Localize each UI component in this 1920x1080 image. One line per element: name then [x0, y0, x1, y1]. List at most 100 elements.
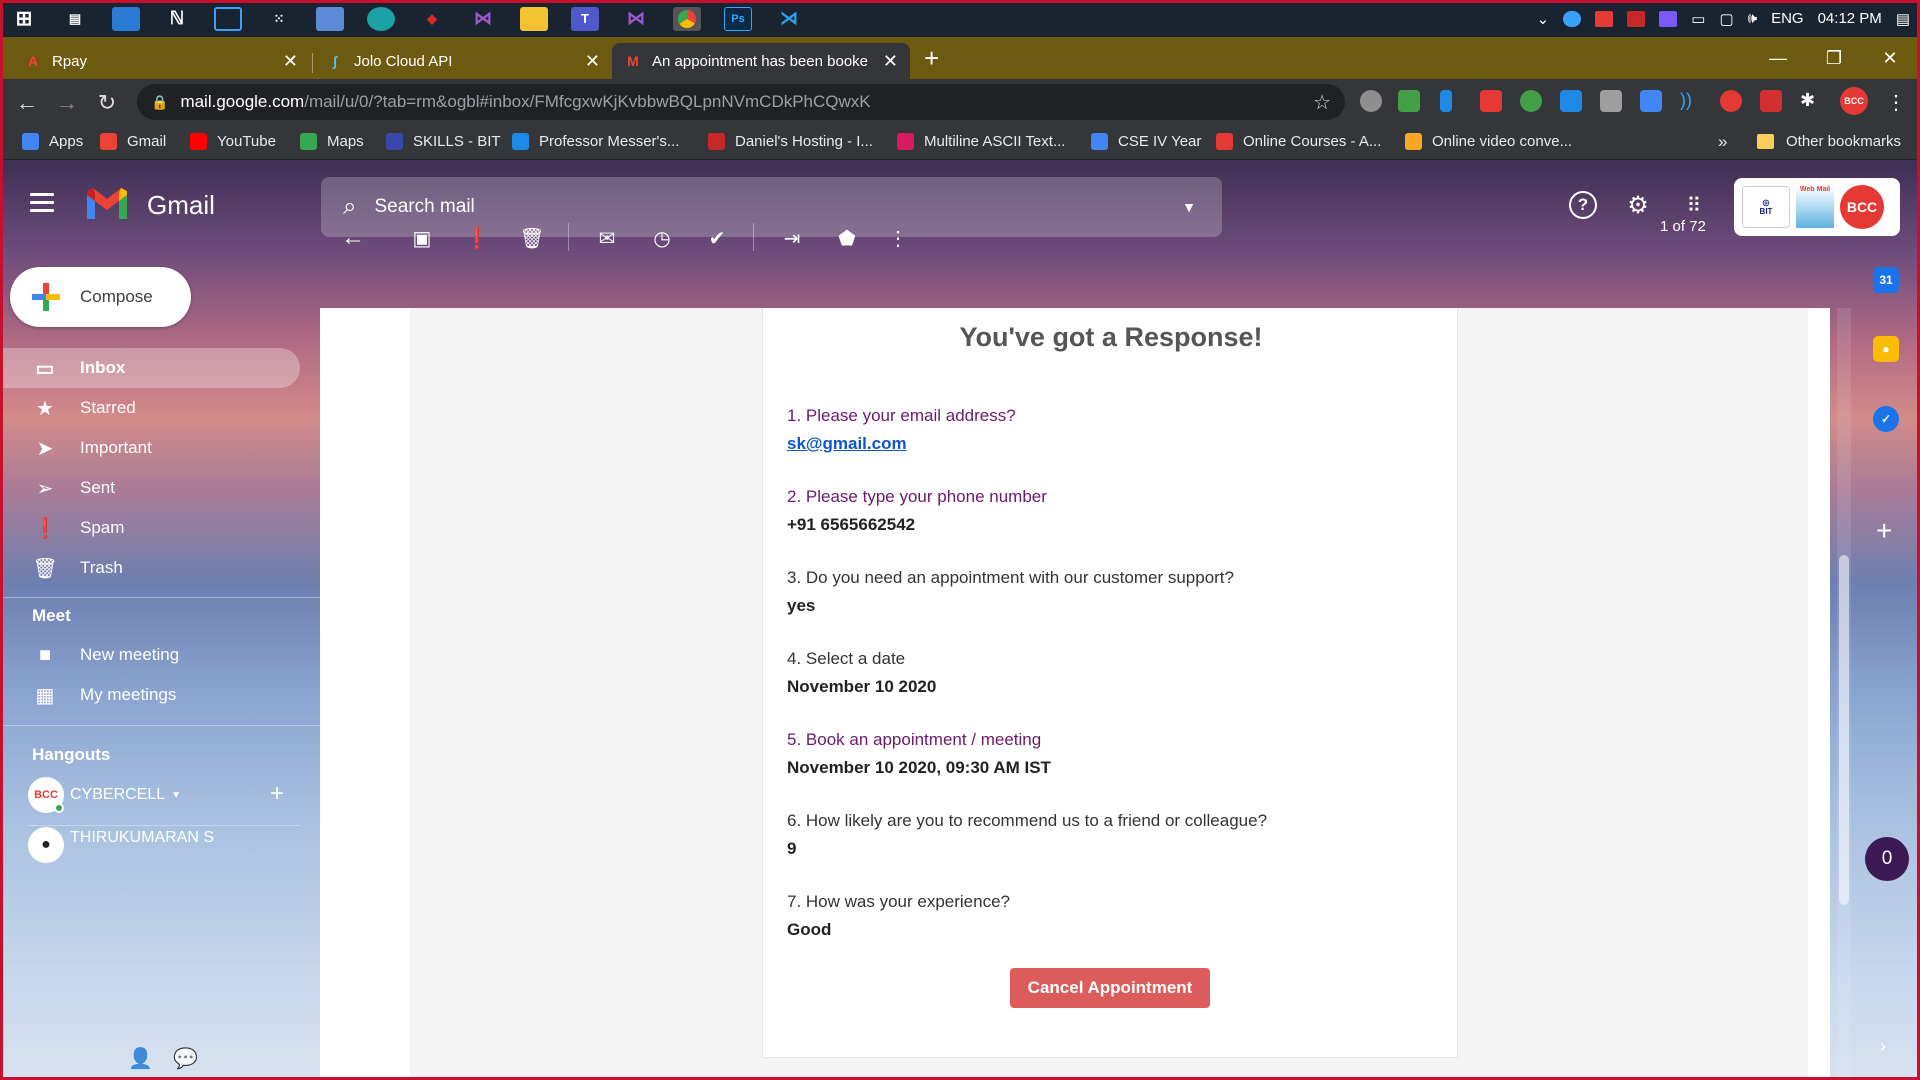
expand-side-panel-icon[interactable]: › [1880, 1036, 1886, 1057]
dropdown-arrow-icon[interactable]: ▼ [171, 790, 181, 801]
task-view-icon[interactable]: ▤ [61, 7, 89, 31]
bookmark-item[interactable]: Gmail [100, 133, 166, 150]
newer-icon[interactable]: ‹ [1740, 212, 1747, 238]
extension-icon[interactable] [1398, 90, 1420, 112]
older-icon[interactable]: › [1790, 212, 1797, 238]
bookmark-item[interactable]: Online Courses - A... [1216, 133, 1381, 150]
nav-inbox[interactable]: ▭ Inbox [0, 348, 300, 388]
scrollbar-thumb[interactable] [1839, 555, 1849, 905]
puzzle-extensions-icon[interactable]: ✱ [1800, 90, 1822, 112]
battery-icon[interactable]: ▭ [1691, 10, 1705, 28]
report-spam-icon[interactable]: ❗ [464, 225, 490, 251]
profile-avatar[interactable]: BCC [1840, 87, 1868, 115]
extension-icon[interactable] [1560, 90, 1582, 112]
apps-grid-icon[interactable]: ⠿ [1680, 191, 1708, 219]
settings-gear-icon[interactable]: ⚙ [1624, 191, 1652, 219]
bookmark-item[interactable]: YouTube [190, 133, 276, 150]
close-tab-icon[interactable]: ✕ [283, 51, 298, 72]
bookmark-item[interactable]: CSE IV Year [1091, 133, 1201, 150]
menu-kebab-icon[interactable]: ⋮ [1886, 90, 1908, 114]
tab-rpay[interactable]: A Rpay ✕ [12, 43, 310, 79]
file-explorer-icon[interactable] [520, 6, 548, 31]
get-addons-icon[interactable]: + [1876, 515, 1892, 547]
app-icon[interactable] [214, 6, 242, 31]
chevron-up-icon[interactable]: ⌄ [1537, 10, 1550, 28]
nav-important[interactable]: ➤ Important [0, 428, 300, 468]
close-window-icon[interactable]: ✕ [1862, 37, 1918, 79]
move-to-icon[interactable]: ⇥ [779, 225, 805, 251]
network-icon[interactable]: ▢ [1719, 10, 1733, 28]
label-icon[interactable]: ⬟ [834, 225, 860, 251]
photos-icon[interactable] [316, 6, 344, 31]
compose-button[interactable]: Compose [10, 267, 191, 327]
hangouts-contact[interactable]: ● THIRUKUMARAN S [28, 827, 214, 863]
snooze-icon[interactable]: ◷ [649, 225, 675, 251]
bookmark-item[interactable]: Online video conve... [1405, 133, 1572, 150]
search-input[interactable]: ⌕ Search mail ▼ [321, 177, 1222, 237]
app-tray-icon[interactable] [1595, 10, 1614, 27]
search-icon[interactable]: ⌕ [343, 193, 356, 221]
new-tab-icon[interactable]: + [924, 43, 939, 74]
main-menu-icon[interactable] [30, 193, 54, 217]
visual-studio-icon[interactable]: ⋈ [469, 7, 497, 31]
nav-sent[interactable]: ➢ Sent [0, 468, 300, 508]
drive-icon[interactable] [1600, 90, 1622, 112]
tab-jolo-cloud-api[interactable]: ʃ Jolo Cloud API ✕ [314, 43, 612, 79]
mark-unread-icon[interactable]: ✉ [594, 225, 620, 251]
translate-icon[interactable] [1640, 90, 1662, 112]
minimize-icon[interactable]: — [1750, 37, 1806, 79]
chrome-icon[interactable] [673, 6, 701, 31]
extension-icon[interactable] [1360, 90, 1382, 112]
windows-start-icon[interactable]: ⊞ [10, 7, 38, 31]
back-to-inbox-icon[interactable]: ← [340, 224, 366, 251]
notification-badge[interactable]: 0 [1865, 837, 1909, 881]
app-icon[interactable]: ⁙ [265, 7, 293, 31]
app-tray-icon[interactable] [1627, 10, 1646, 27]
nav-new-meeting[interactable]: ■ New meeting [0, 635, 300, 675]
extension-icon[interactable] [1480, 90, 1502, 112]
add-to-tasks-icon[interactable]: ✔ [704, 225, 730, 251]
language-indicator[interactable]: ENG [1771, 10, 1804, 27]
vscode-icon[interactable]: ⋊ [775, 7, 803, 31]
archive-icon[interactable]: ▣ [409, 225, 435, 251]
bookmark-item[interactable]: Maps [300, 133, 364, 150]
app-icon[interactable]: ◆ [418, 7, 446, 31]
bookmark-item[interactable]: SKILLS - BIT [386, 133, 501, 150]
bookmark-item[interactable]: Professor Messer's... [512, 133, 679, 150]
nav-spam[interactable]: ❗ Spam [0, 508, 300, 548]
extension-icon[interactable] [1720, 90, 1742, 112]
visual-studio-icon[interactable]: ⋈ [622, 7, 650, 31]
add-contact-icon[interactable]: + [270, 780, 284, 808]
person-icon[interactable]: 👤 [128, 1046, 153, 1071]
extension-icon[interactable]: )) [1680, 90, 1702, 112]
calendar-icon[interactable]: 31 [1873, 267, 1899, 293]
edge-icon[interactable] [367, 6, 395, 31]
app-icon[interactable] [112, 6, 140, 31]
onedrive-icon[interactable] [1563, 10, 1582, 27]
nav-my-meetings[interactable]: ▦ My meetings [0, 675, 300, 715]
more-actions-icon[interactable]: ⋮ [885, 225, 911, 251]
help-icon[interactable]: ? [1569, 191, 1597, 219]
restore-icon[interactable]: ❐ [1806, 37, 1862, 79]
nav-starred[interactable]: ★ Starred [0, 388, 300, 428]
more-bookmarks-icon[interactable]: » [1718, 132, 1727, 152]
close-tab-icon[interactable]: ✕ [585, 51, 600, 72]
bookmark-item[interactable]: Multiline ASCII Text... [897, 133, 1065, 150]
extension-icon[interactable] [1440, 90, 1452, 112]
address-bar[interactable]: 🔒 mail.google.com /mail/u/0/?tab=rm&ogbl… [137, 84, 1345, 120]
extension-icon[interactable] [1520, 90, 1542, 112]
hangouts-icon[interactable]: 💬 [173, 1046, 198, 1071]
notifications-icon[interactable]: ▤ [1896, 10, 1910, 28]
bookmark-item[interactable]: Daniel's Hosting - I... [708, 133, 873, 150]
tasks-icon[interactable]: ✓ [1873, 406, 1899, 432]
nav-trash[interactable]: 🗑 Trash [0, 548, 300, 588]
back-icon[interactable]: ← [12, 88, 42, 118]
hangouts-self[interactable]: BCC CYBERCELL ▼ [28, 777, 181, 813]
account-switcher[interactable]: ◎ BIT Web Mail BCC [1734, 178, 1900, 236]
bookmark-star-icon[interactable]: ☆ [1313, 90, 1331, 115]
delete-icon[interactable]: 🗑 [519, 225, 545, 251]
answer-email-link[interactable]: sk@gmail.com [787, 434, 907, 454]
teams-icon[interactable]: T [571, 6, 599, 31]
bookmark-item[interactable]: Apps [22, 133, 83, 150]
forward-icon[interactable]: → [52, 88, 82, 118]
